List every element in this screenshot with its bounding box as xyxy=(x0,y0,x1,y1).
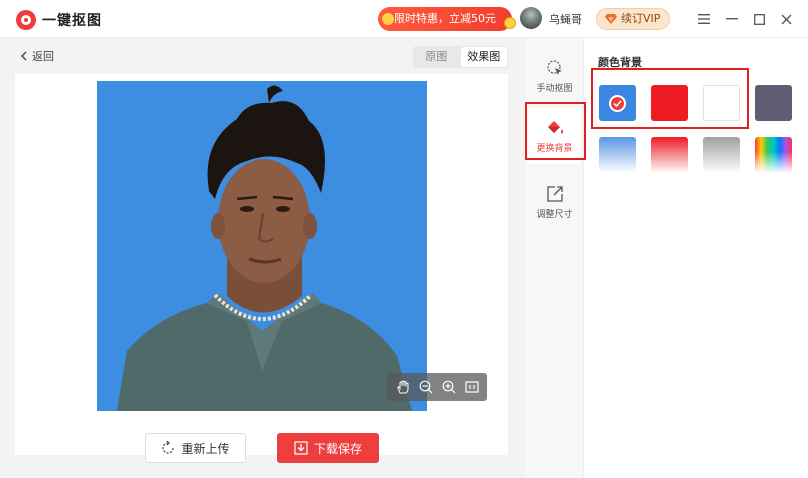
rail-item-label: 调整尺寸 xyxy=(536,209,573,220)
tool-rail: 手动抠图 更换背景 调整尺寸 xyxy=(523,38,584,478)
avatar[interactable] xyxy=(520,7,542,29)
back-button[interactable]: 返回 xyxy=(20,48,54,64)
swatch-blue[interactable] xyxy=(599,85,636,121)
rail-item-change-background[interactable]: 更换背景 xyxy=(528,108,581,164)
zoom-in-icon[interactable] xyxy=(441,379,457,395)
swatch-white[interactable] xyxy=(703,85,740,121)
swatch-rainbow-gradient[interactable] xyxy=(755,137,792,173)
workspace: 返回 原图 效果图 重新上传 下载保存 xyxy=(0,38,523,478)
download-save-button[interactable]: 下载保存 xyxy=(277,433,379,463)
zoom-out-icon[interactable] xyxy=(418,379,434,395)
swatch-dark-gray[interactable] xyxy=(755,85,792,121)
rail-item-label: 更换背景 xyxy=(536,143,573,154)
refresh-icon xyxy=(162,441,175,454)
app-name: 一键抠图 xyxy=(42,13,102,29)
view-toggle: 原图 效果图 xyxy=(413,46,508,68)
check-icon xyxy=(609,95,626,112)
diamond-icon xyxy=(605,14,617,24)
menu-icon[interactable] xyxy=(694,9,714,29)
chevron-left-icon xyxy=(21,51,27,61)
background-color-panel: 颜色背景 xyxy=(585,38,808,478)
cursor-click-icon xyxy=(546,59,562,75)
promo-label: 限时特惠，立减50元 xyxy=(394,12,496,25)
download-icon xyxy=(294,441,308,455)
reupload-button[interactable]: 重新上传 xyxy=(145,433,246,463)
swatch-red-gradient[interactable] xyxy=(651,137,688,173)
save-label: 下载保存 xyxy=(313,441,362,456)
coin-icon xyxy=(504,17,516,29)
vip-label: 续订VIP xyxy=(621,12,661,25)
rail-item-manual-cutout[interactable]: 手动抠图 xyxy=(528,48,581,104)
portrait-image xyxy=(97,81,427,411)
fit-screen-icon[interactable] xyxy=(464,379,480,395)
back-label: 返回 xyxy=(32,50,54,63)
swatch-red[interactable] xyxy=(651,85,688,121)
title-bar: 一键抠图 限时特惠，立减50元 乌蝇哥 续订VIP xyxy=(0,0,808,38)
swatch-gray-gradient[interactable] xyxy=(703,137,740,173)
close-icon[interactable] xyxy=(776,9,796,29)
renew-vip-button[interactable]: 续订VIP xyxy=(596,8,670,30)
username[interactable]: 乌蝇哥 xyxy=(549,11,582,27)
tab-original[interactable]: 原图 xyxy=(413,46,460,68)
hand-icon[interactable] xyxy=(395,379,411,395)
preview-canvas xyxy=(15,74,508,455)
maximize-icon[interactable] xyxy=(749,9,769,29)
minimize-icon[interactable] xyxy=(722,9,742,29)
canvas-toolbar xyxy=(387,373,487,401)
app-logo-icon xyxy=(16,10,36,30)
swatch-blue-gradient[interactable] xyxy=(599,137,636,173)
rail-item-resize[interactable]: 调整尺寸 xyxy=(528,174,581,230)
reupload-label: 重新上传 xyxy=(181,441,230,456)
rail-item-label: 手动抠图 xyxy=(536,83,573,94)
coin-icon xyxy=(382,13,394,25)
result-photo xyxy=(97,81,427,411)
resize-icon xyxy=(546,185,563,202)
tab-result[interactable]: 效果图 xyxy=(460,47,507,67)
paint-bucket-icon xyxy=(547,120,563,134)
promo-banner-button[interactable]: 限时特惠，立减50元 xyxy=(378,7,516,31)
panel-title: 颜色背景 xyxy=(598,56,642,69)
